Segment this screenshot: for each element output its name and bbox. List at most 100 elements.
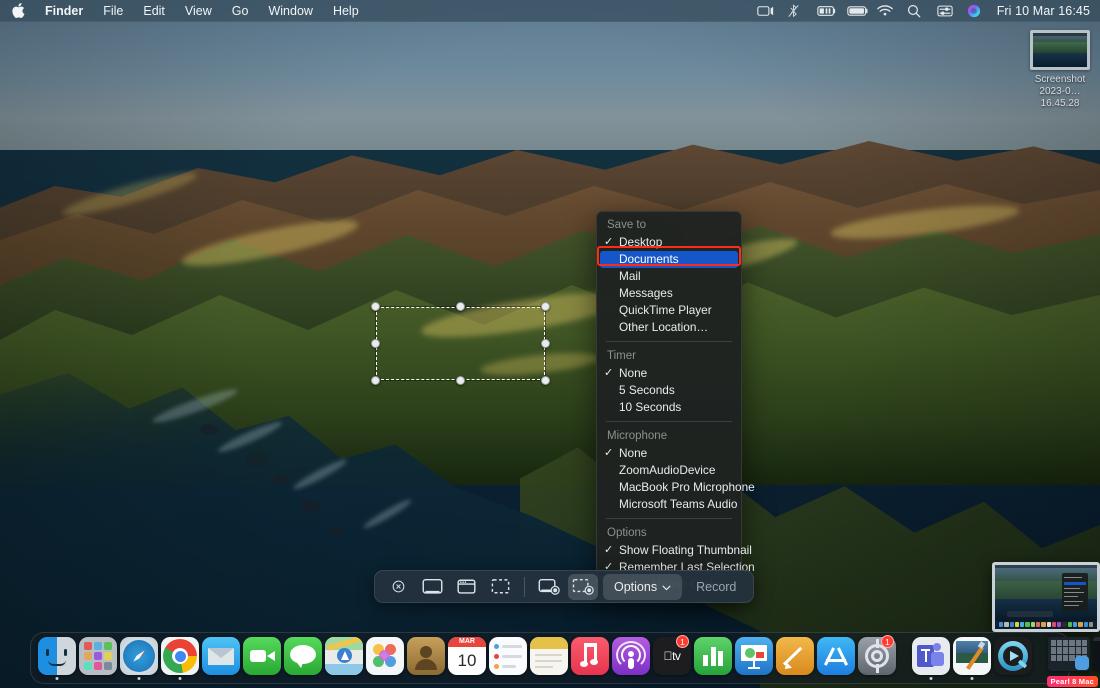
- menu-item-other-location[interactable]: Other Location…: [597, 319, 741, 336]
- menu-item-label: Desktop: [619, 235, 663, 249]
- capture-selected-portion-button[interactable]: [485, 574, 515, 600]
- dock-item-maps[interactable]: [325, 635, 363, 681]
- menu-item-label: Mail: [619, 269, 641, 283]
- desktop-file-label-line2: 2023-0…16.45.28: [1039, 86, 1081, 109]
- wifi-icon[interactable]: [876, 4, 894, 18]
- checkmark-icon: ✓: [604, 447, 614, 459]
- selection-handle-top-right[interactable]: [541, 302, 550, 311]
- menu-section-header-timer: Timer: [607, 350, 636, 362]
- selection-handle-bottom-center[interactable]: [456, 376, 465, 385]
- record-entire-screen-button[interactable]: [534, 574, 564, 600]
- macos-desktop: Finder File Edit View Go Window Help Fri…: [0, 0, 1100, 688]
- menu-section-header-options: Options: [607, 527, 647, 539]
- dock-item-notes[interactable]: [530, 635, 568, 681]
- selection-handle-top-center[interactable]: [456, 302, 465, 311]
- menu-item-zoomaudiodevice[interactable]: ZoomAudioDevice: [597, 462, 741, 479]
- dock-item-safari[interactable]: [120, 635, 158, 681]
- dock-item-music[interactable]: [571, 635, 609, 681]
- screen-mirroring-icon[interactable]: [756, 4, 774, 18]
- menu-item-label: None: [619, 446, 648, 460]
- toolbar-separator: [524, 576, 525, 597]
- selection-handle-middle-left[interactable]: [371, 339, 380, 348]
- apple-logo-icon[interactable]: [12, 2, 27, 19]
- dock-item-launchpad[interactable]: [79, 635, 117, 681]
- capture-selected-window-button[interactable]: [451, 574, 481, 600]
- selection-handle-bottom-left[interactable]: [371, 376, 380, 385]
- menu-item-quicktime-player[interactable]: QuickTime Player: [597, 302, 741, 319]
- dock-item-numbers[interactable]: [694, 635, 732, 681]
- menu-separator: [606, 421, 732, 422]
- close-screenshot-button[interactable]: [383, 574, 413, 600]
- menu-item-help[interactable]: Help: [323, 0, 369, 22]
- options-button-label: Options: [614, 579, 658, 594]
- siri-icon[interactable]: [967, 4, 984, 18]
- screenshot-selection-region[interactable]: [371, 302, 550, 385]
- dock-item-contacts[interactable]: [407, 635, 445, 681]
- menu-item-messages[interactable]: Messages: [597, 285, 741, 302]
- dock-item-appletv[interactable]: tv 1: [653, 635, 691, 681]
- menu-item-label: 10 Seconds: [619, 400, 682, 414]
- spotlight-search-icon[interactable]: [907, 4, 924, 18]
- battery-percent-icon[interactable]: [816, 4, 835, 18]
- menu-bar-clock[interactable]: Fri 10 Mar 16:45: [997, 4, 1090, 18]
- minimized-window-safari[interactable]: [1093, 635, 1100, 681]
- dock-item-system-preferences[interactable]: 1: [858, 635, 896, 681]
- dock-item-photos[interactable]: [366, 635, 404, 681]
- dock-item-chrome[interactable]: [161, 635, 199, 681]
- menu-item-timer-10-seconds[interactable]: 10 Seconds: [597, 399, 741, 416]
- menu-item-desktop[interactable]: ✓ Desktop: [597, 234, 741, 251]
- record-selected-portion-button[interactable]: [568, 573, 598, 600]
- menu-item-microphone-none[interactable]: ✓ None: [597, 445, 741, 462]
- menu-item-macbook-pro-microphone[interactable]: MacBook Pro Microphone: [597, 479, 755, 496]
- dock-item-mail[interactable]: [202, 635, 240, 681]
- menu-item-documents[interactable]: Documents: [600, 251, 738, 268]
- menu-item-label: Other Location…: [619, 320, 709, 334]
- dock-item-teams[interactable]: [912, 635, 950, 681]
- dock-item-facetime[interactable]: [243, 635, 281, 681]
- menu-item-label: None: [619, 366, 648, 380]
- control-center-icon[interactable]: [937, 4, 954, 18]
- menu-item-microsoft-teams-audio[interactable]: Microsoft Teams Audio: [597, 496, 741, 513]
- dock-item-podcasts[interactable]: [612, 635, 650, 681]
- calendar-month: MAR: [448, 637, 486, 647]
- running-indicator: [137, 677, 141, 680]
- selection-handle-bottom-right[interactable]: [541, 376, 550, 385]
- dock-item-preview[interactable]: [953, 635, 991, 681]
- menu-item-finder[interactable]: Finder: [35, 0, 93, 22]
- minimized-window-launchpad[interactable]: [1048, 635, 1090, 681]
- running-indicator: [970, 677, 974, 680]
- floating-screenshot-thumbnail[interactable]: [992, 562, 1100, 632]
- dock-item-pages[interactable]: [776, 635, 814, 681]
- capture-entire-screen-button[interactable]: [417, 574, 447, 600]
- menu-item-window[interactable]: Window: [258, 0, 322, 22]
- menu-item-label: Documents: [619, 252, 679, 266]
- menu-item-timer-5-seconds[interactable]: 5 Seconds: [597, 382, 741, 399]
- desktop-screenshot-file[interactable]: Screenshot 2023-0…16.45.28: [1020, 30, 1100, 110]
- selection-handle-middle-right[interactable]: [541, 339, 550, 348]
- dock-item-quicktime[interactable]: [994, 635, 1032, 681]
- menu-item-mail[interactable]: Mail: [597, 268, 741, 285]
- desktop-file-label-line1: Screenshot: [1034, 74, 1086, 85]
- options-button[interactable]: Options: [603, 573, 683, 600]
- dock-item-finder[interactable]: [38, 635, 76, 681]
- dock-item-appstore[interactable]: [817, 635, 855, 681]
- menu-item-go[interactable]: Go: [222, 0, 259, 22]
- bluetooth-off-icon[interactable]: [787, 3, 804, 18]
- menu-item-file[interactable]: File: [93, 0, 133, 22]
- selection-border: [376, 307, 545, 380]
- menu-bar: Finder File Edit View Go Window Help Fri…: [0, 0, 1100, 22]
- menu-item-label: Microsoft Teams Audio: [619, 497, 738, 511]
- menu-item-label: Messages: [619, 286, 673, 300]
- dock-item-reminders[interactable]: [489, 635, 527, 681]
- menu-item-label: MacBook Pro Microphone: [619, 480, 755, 494]
- dock-item-calendar[interactable]: MAR 10: [448, 635, 486, 681]
- menu-item-edit[interactable]: Edit: [133, 0, 175, 22]
- battery-icon[interactable]: [846, 4, 868, 18]
- menu-item-show-floating-thumbnail[interactable]: ✓ Show Floating Thumbnail: [597, 542, 752, 559]
- menu-item-view[interactable]: View: [175, 0, 222, 22]
- record-button[interactable]: Record: [685, 574, 747, 600]
- dock-item-keynote[interactable]: [735, 635, 773, 681]
- selection-handle-top-left[interactable]: [371, 302, 380, 311]
- dock-item-messages[interactable]: [284, 635, 322, 681]
- menu-item-timer-none[interactable]: ✓ None: [597, 365, 741, 382]
